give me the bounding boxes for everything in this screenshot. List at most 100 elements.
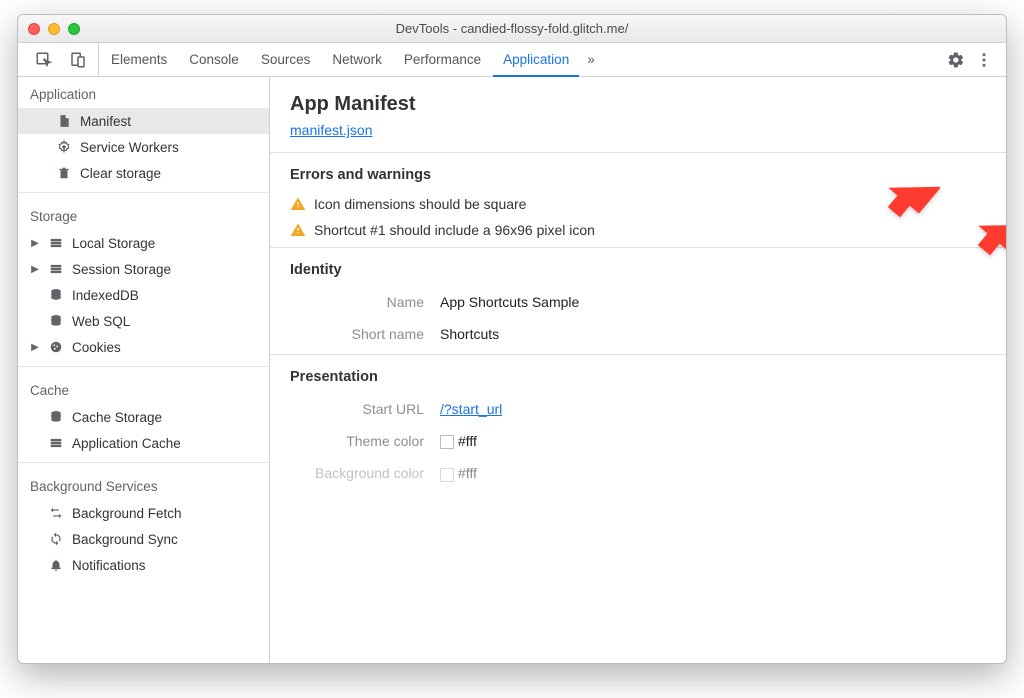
sidebar-item-label: Clear storage — [80, 166, 161, 181]
devtools-toolbar: Elements Console Sources Network Perform… — [18, 43, 1006, 77]
database-icon — [48, 287, 64, 303]
table-icon — [48, 435, 64, 451]
sidebar-item-label: Manifest — [80, 114, 131, 129]
sidebar-item-label: Web SQL — [72, 314, 130, 329]
caret-right-icon: ▶ — [30, 342, 40, 353]
trash-icon — [56, 165, 72, 181]
inspect-group — [24, 43, 99, 76]
identity-block: Identity Name App Shortcuts Sample Short… — [270, 247, 1006, 354]
minimize-window-button[interactable] — [48, 23, 60, 35]
sidebar-item-label: Local Storage — [72, 236, 155, 251]
field-value: #fff — [440, 465, 477, 481]
errors-heading: Errors and warnings — [290, 167, 986, 183]
sidebar-item-cache-storage[interactable]: Cache Storage — [18, 404, 269, 430]
sidebar-item-notifications[interactable]: Notifications — [18, 552, 269, 578]
database-icon — [48, 409, 64, 425]
sidebar-item-label: Background Sync — [72, 532, 178, 547]
close-window-button[interactable] — [28, 23, 40, 35]
tab-sources[interactable]: Sources — [251, 43, 321, 76]
sidebar-item-service-workers[interactable]: Service Workers — [18, 134, 269, 160]
file-icon — [56, 113, 72, 129]
kebab-menu-icon[interactable] — [974, 50, 994, 70]
content-area: Application Manifest Service Workers Cle… — [18, 77, 1006, 663]
settings-gear-icon[interactable] — [946, 50, 966, 70]
sidebar-item-bg-fetch[interactable]: Background Fetch — [18, 500, 269, 526]
identity-shortname-row: Short name Shortcuts — [290, 318, 986, 350]
sync-icon — [48, 531, 64, 547]
sidebar-item-cookies[interactable]: ▶ Cookies — [18, 334, 269, 360]
sidebar: Application Manifest Service Workers Cle… — [18, 77, 270, 663]
table-icon — [48, 235, 64, 251]
theme-color-swatch — [440, 435, 454, 449]
page-heading: App Manifest — [270, 77, 1006, 122]
tab-overflow[interactable]: » — [581, 43, 601, 76]
warning-row: Icon dimensions should be square — [290, 191, 986, 217]
cookie-icon — [48, 339, 64, 355]
tab-console[interactable]: Console — [179, 43, 249, 76]
sidebar-item-label: Session Storage — [72, 262, 171, 277]
sidebar-item-manifest[interactable]: Manifest — [18, 108, 269, 134]
traffic-lights — [28, 23, 80, 35]
identity-name-row: Name App Shortcuts Sample — [290, 286, 986, 318]
caret-right-icon: ▶ — [30, 238, 40, 249]
warning-triangle-icon — [290, 222, 306, 238]
sidebar-item-bg-sync[interactable]: Background Sync — [18, 526, 269, 552]
sidebar-section-background: Background Services — [18, 469, 269, 500]
warning-text: Icon dimensions should be square — [314, 196, 526, 212]
gear-icon — [56, 139, 72, 155]
field-label: Background color — [290, 465, 440, 481]
swap-icon — [48, 505, 64, 521]
table-icon — [48, 261, 64, 277]
sidebar-item-label: Application Cache — [72, 436, 181, 451]
manifest-link[interactable]: manifest.json — [290, 122, 372, 138]
main-panel: App Manifest manifest.json Errors and wa… — [270, 77, 1006, 663]
warning-row: Shortcut #1 should include a 96x96 pixel… — [290, 217, 986, 243]
presentation-heading: Presentation — [290, 369, 986, 385]
database-icon — [48, 313, 64, 329]
start-url-row: Start URL /?start_url — [290, 393, 986, 425]
field-value: Shortcuts — [440, 326, 499, 342]
bg-color-swatch — [440, 468, 454, 482]
errors-block: Errors and warnings Icon dimensions shou… — [270, 152, 1006, 247]
tab-network[interactable]: Network — [322, 43, 392, 76]
sidebar-item-label: Cookies — [72, 340, 121, 355]
bell-icon — [48, 557, 64, 573]
sidebar-item-clear-storage[interactable]: Clear storage — [18, 160, 269, 186]
fullscreen-window-button[interactable] — [68, 23, 80, 35]
warning-text: Shortcut #1 should include a 96x96 pixel… — [314, 222, 595, 238]
bg-color-row: Background color #fff — [290, 457, 986, 489]
field-value: #fff — [440, 433, 477, 449]
sidebar-item-local-storage[interactable]: ▶ Local Storage — [18, 230, 269, 256]
sidebar-item-indexeddb[interactable]: IndexedDB — [18, 282, 269, 308]
tab-application[interactable]: Application — [493, 44, 579, 77]
sidebar-section-application: Application — [18, 77, 269, 108]
field-label: Start URL — [290, 401, 440, 417]
title-bar: DevTools - candied-flossy-fold.glitch.me… — [18, 15, 1006, 43]
device-toggle-icon[interactable] — [68, 50, 88, 70]
theme-color-row: Theme color #fff — [290, 425, 986, 457]
start-url-link[interactable]: /?start_url — [440, 401, 502, 417]
window-title: DevTools - candied-flossy-fold.glitch.me… — [28, 21, 996, 36]
sidebar-item-label: IndexedDB — [72, 288, 139, 303]
tab-elements[interactable]: Elements — [101, 43, 177, 76]
sidebar-item-app-cache[interactable]: Application Cache — [18, 430, 269, 456]
sidebar-section-storage: Storage — [18, 199, 269, 230]
sidebar-item-session-storage[interactable]: ▶ Session Storage — [18, 256, 269, 282]
sidebar-item-label: Background Fetch — [72, 506, 182, 521]
devtools-window: DevTools - candied-flossy-fold.glitch.me… — [17, 14, 1007, 664]
warning-triangle-icon — [290, 196, 306, 212]
identity-heading: Identity — [290, 262, 986, 278]
field-label: Name — [290, 294, 440, 310]
sidebar-section-cache: Cache — [18, 373, 269, 404]
field-label: Theme color — [290, 433, 440, 449]
sidebar-item-label: Notifications — [72, 558, 146, 573]
presentation-block: Presentation Start URL /?start_url Theme… — [270, 354, 1006, 494]
sidebar-item-websql[interactable]: Web SQL — [18, 308, 269, 334]
field-label: Short name — [290, 326, 440, 342]
caret-right-icon: ▶ — [30, 264, 40, 275]
inspect-element-icon[interactable] — [34, 50, 54, 70]
sidebar-item-label: Cache Storage — [72, 410, 162, 425]
tab-performance[interactable]: Performance — [394, 43, 491, 76]
sidebar-item-label: Service Workers — [80, 140, 179, 155]
field-value: App Shortcuts Sample — [440, 294, 579, 310]
